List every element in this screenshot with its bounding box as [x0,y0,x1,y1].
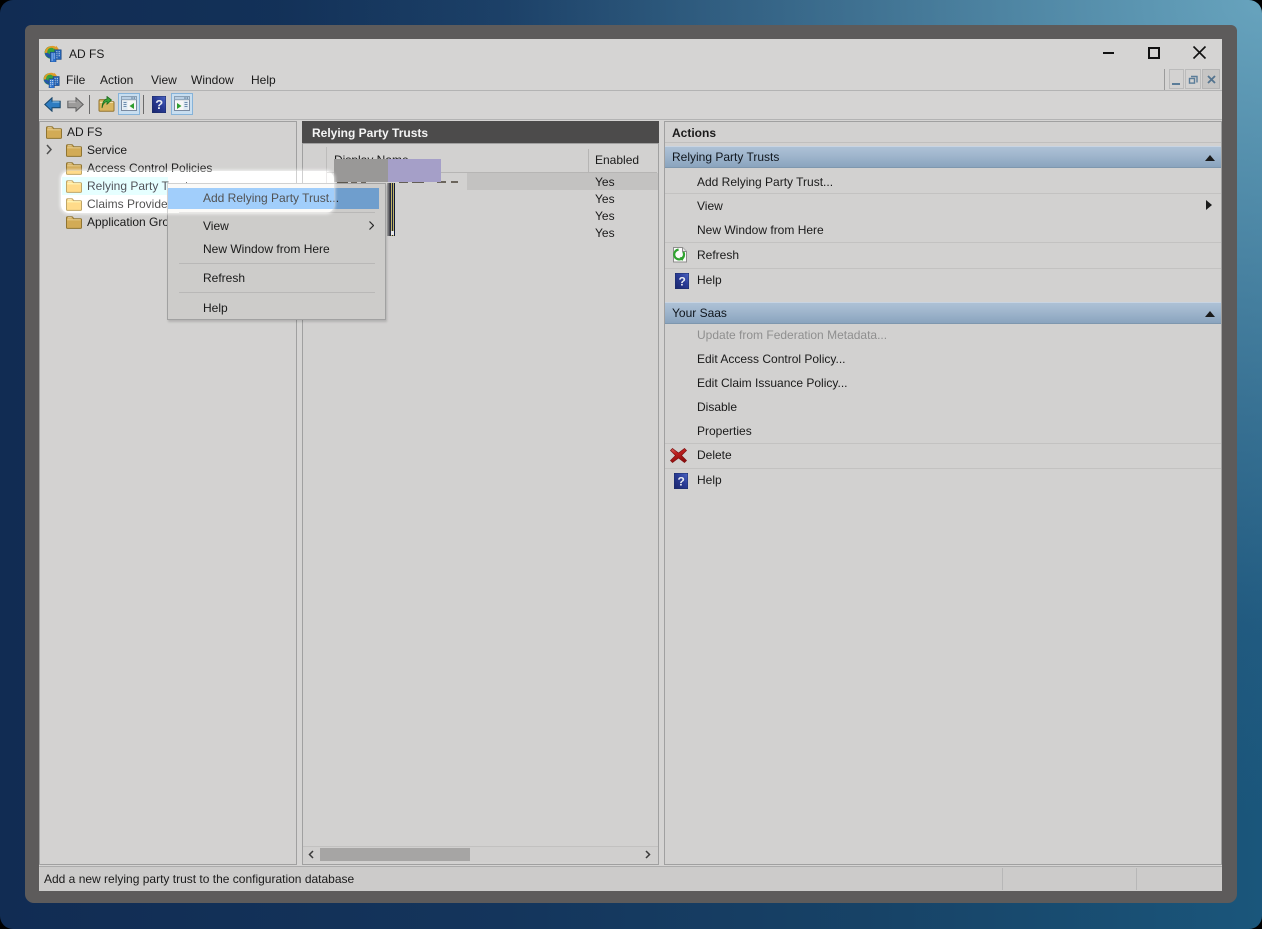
svg-text:?: ? [155,97,163,112]
svg-text:?: ? [679,275,686,289]
svg-text:?: ? [678,475,685,489]
